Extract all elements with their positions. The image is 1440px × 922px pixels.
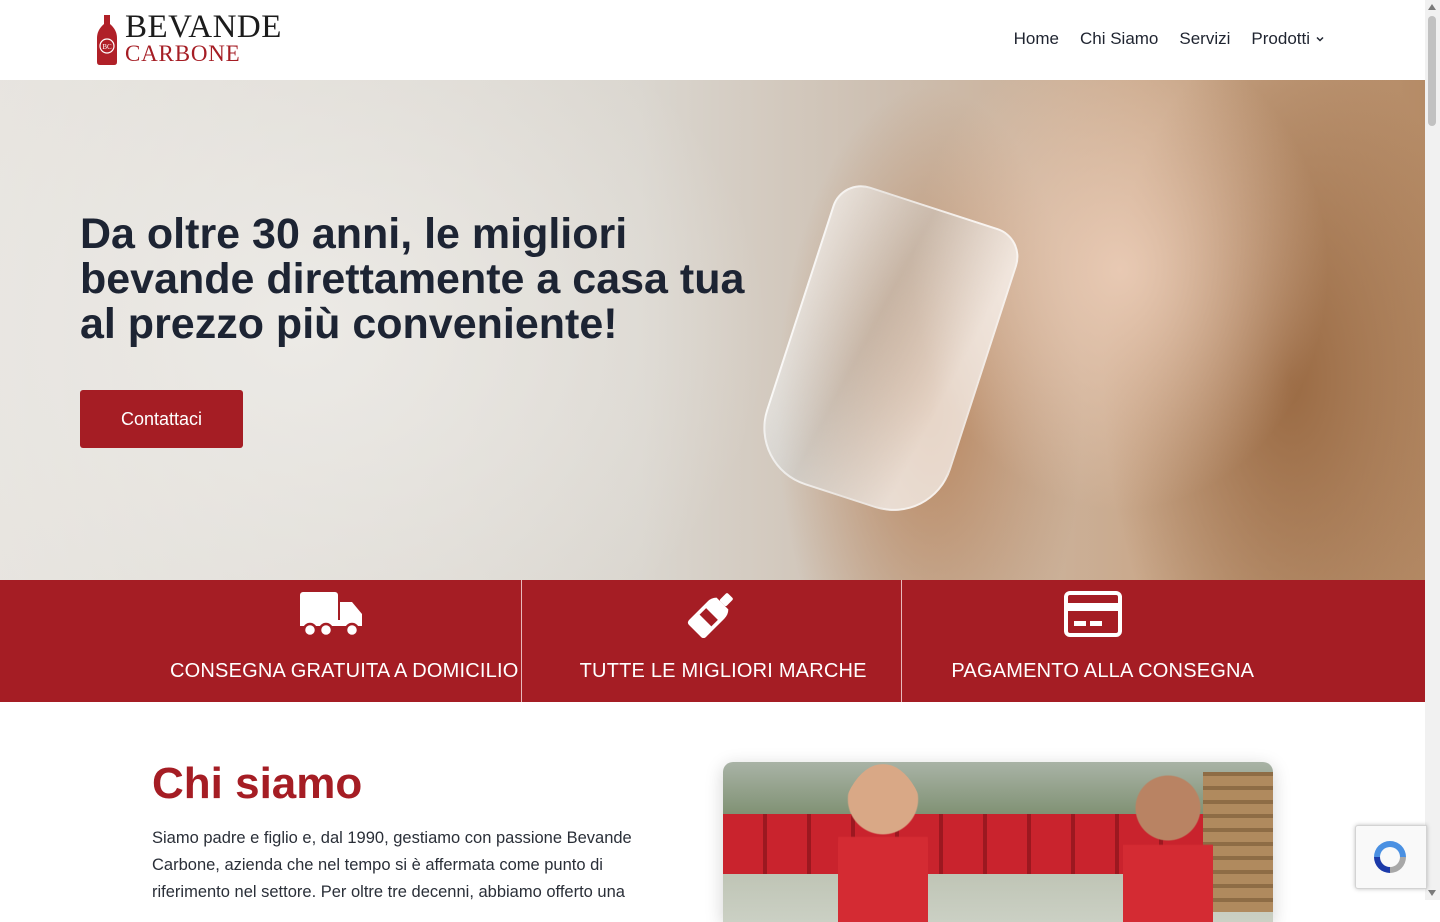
about-text: Siamo padre e figlio e, dal 1990, gestia… (152, 829, 632, 901)
hero-title: Da oltre 30 anni, le migliori bevande di… (80, 210, 745, 348)
scroll-down-icon[interactable] (1428, 890, 1436, 896)
credit-card-icon (1064, 591, 1123, 637)
logo-text-bottom: CARBONE (125, 41, 241, 66)
main-nav: Home Chi Siamo Servizi Prodotti (1014, 28, 1325, 50)
nav-prodotti[interactable]: Prodotti (1251, 28, 1325, 50)
about-photo (723, 762, 1273, 922)
feature-cash-on-delivery: PAGAMENTO ALLA CONSEGNA (901, 580, 1425, 702)
nav-servizi[interactable]: Servizi (1179, 28, 1230, 50)
chevron-down-icon (1316, 36, 1324, 42)
nav-chi-siamo[interactable]: Chi Siamo (1080, 28, 1158, 50)
nav-home[interactable]: Home (1014, 28, 1059, 50)
feature-label: PAGAMENTO ALLA CONSEGNA (951, 660, 1255, 682)
feature-label: CONSEGNA GRATUITA A DOMICILIO (170, 660, 519, 682)
site-header: BC BEVANDE CARBONE Home Chi Siamo Serviz… (0, 0, 1425, 80)
contact-button[interactable]: Contattaci (80, 390, 243, 448)
water-glass-image (747, 177, 1027, 527)
recaptcha-icon (1374, 841, 1406, 873)
scrollbar-thumb[interactable] (1428, 16, 1436, 126)
nav-home-label: Home (1013, 29, 1059, 48)
logo-mark-text: BC (102, 43, 112, 51)
scroll-up-icon[interactable] (1428, 4, 1436, 10)
feature-free-delivery: CONSEGNA GRATUITA A DOMICILIO (0, 580, 521, 702)
hero-banner: Da oltre 30 anni, le migliori bevande di… (0, 80, 1425, 580)
nav-servizi-label: Servizi (1179, 29, 1231, 48)
page-scrollbar[interactable] (1425, 0, 1440, 900)
nav-prodotti-label: Prodotti (1251, 29, 1310, 48)
logo-text-top: BEVANDE (125, 9, 282, 45)
feature-best-brands: TUTTE LE MIGLIORI MARCHE (520, 580, 902, 702)
feature-label: TUTTE LE MIGLIORI MARCHE (579, 660, 867, 682)
features-strip: CONSEGNA GRATUITA A DOMICILIO TUTTE LE M… (0, 580, 1425, 702)
site-logo[interactable]: BC BEVANDE CARBONE (92, 10, 302, 70)
bottle-icon (687, 593, 733, 638)
pallets-image (1203, 772, 1273, 912)
father-image (838, 764, 928, 922)
truck-icon (300, 592, 362, 638)
about-title: Chi siamo (152, 759, 363, 808)
recaptcha-badge[interactable] (1355, 825, 1427, 889)
bottle-logo-icon: BC (97, 15, 117, 65)
nav-chi-siamo-label: Chi Siamo (1079, 29, 1159, 48)
